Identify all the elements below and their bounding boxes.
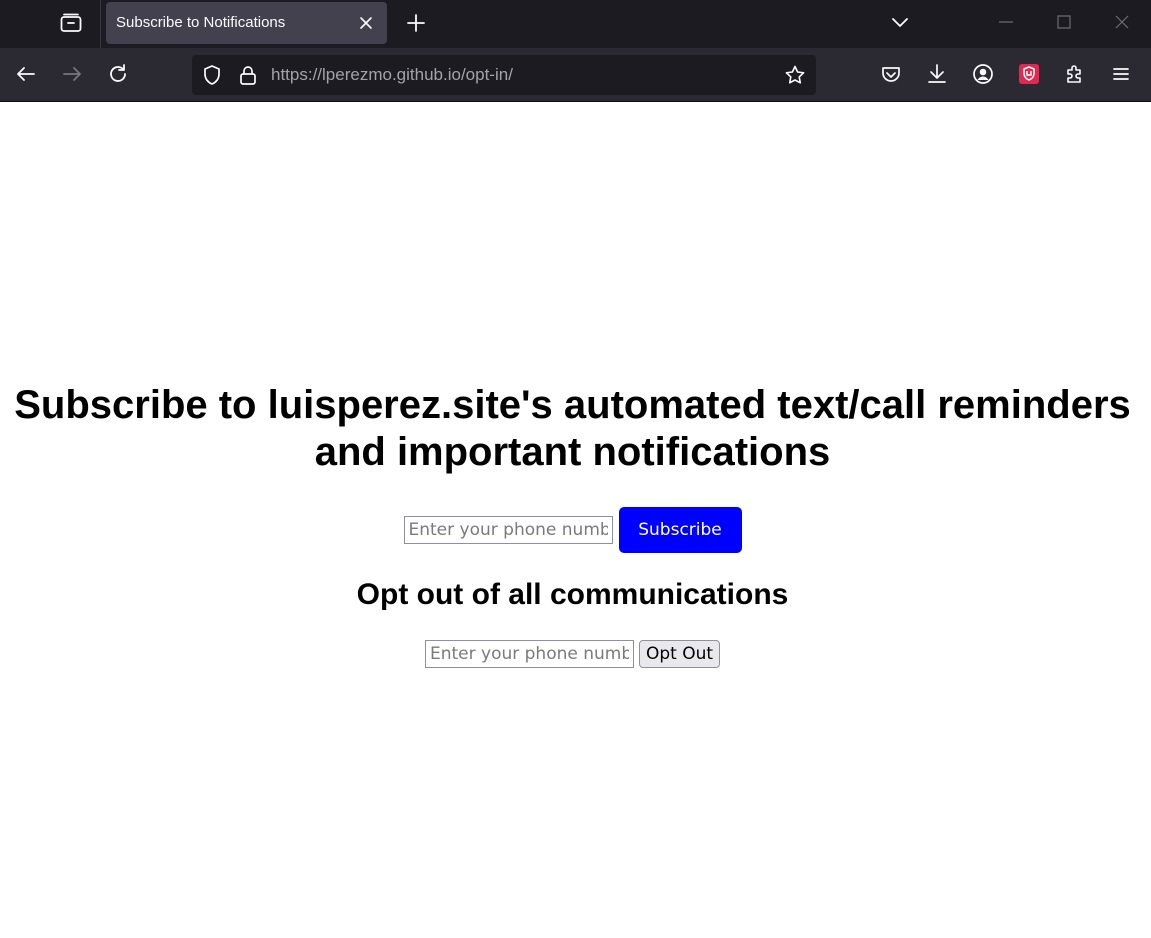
optout-form: Opt Out — [0, 640, 1145, 668]
url-text[interactable]: https://lperezmo.github.io/opt-in/ — [271, 65, 513, 85]
subscribe-phone-input[interactable] — [403, 516, 613, 544]
shield-icon[interactable] — [201, 64, 223, 86]
download-icon[interactable] — [925, 62, 949, 86]
url-path: /opt-in/ — [460, 65, 513, 84]
lock-icon[interactable] — [237, 64, 259, 86]
pocket-icon[interactable] — [879, 62, 903, 86]
chevron-down-icon[interactable] — [888, 10, 912, 34]
subscribe-form: Subscribe — [0, 507, 1145, 553]
url-scheme-host: https://lperezmo.github.io — [271, 65, 461, 84]
tab-overview-icon[interactable] — [54, 8, 88, 38]
tab-bar: Subscribe to Notifications — [0, 0, 1151, 48]
tab-title: Subscribe to Notifications — [116, 14, 286, 31]
ublock-icon[interactable] — [1017, 62, 1041, 86]
star-icon[interactable] — [784, 64, 806, 86]
subscribe-button[interactable]: Subscribe — [618, 507, 742, 553]
puzzle-icon[interactable] — [1063, 62, 1087, 86]
reload-icon[interactable] — [106, 62, 130, 86]
optout-button[interactable]: Opt Out — [638, 640, 721, 668]
plus-icon[interactable] — [404, 11, 428, 35]
close-icon[interactable] — [356, 13, 376, 33]
page-title: Subscribe to luisperez.site's automated … — [14, 383, 1131, 474]
maximize-icon[interactable] — [1052, 10, 1076, 34]
arrow-left-icon[interactable] — [14, 62, 38, 86]
url-bar[interactable]: https://lperezmo.github.io/opt-in/ — [192, 55, 816, 95]
tab-divider — [100, 0, 101, 48]
optout-phone-input[interactable] — [424, 640, 634, 668]
arrow-right-icon[interactable] — [60, 62, 84, 86]
hamburger-icon[interactable] — [1109, 62, 1133, 86]
navigation-toolbar: https://lperezmo.github.io/opt-in/ — [0, 48, 1151, 102]
account-icon[interactable] — [971, 62, 995, 86]
tab-active[interactable]: Subscribe to Notifications — [106, 2, 387, 44]
window-close-icon[interactable] — [1110, 10, 1134, 34]
minimize-icon[interactable] — [994, 10, 1018, 34]
optout-heading: Opt out of all communications — [356, 578, 789, 611]
page-content: Subscribe to luisperez.site's automated … — [0, 102, 1151, 938]
